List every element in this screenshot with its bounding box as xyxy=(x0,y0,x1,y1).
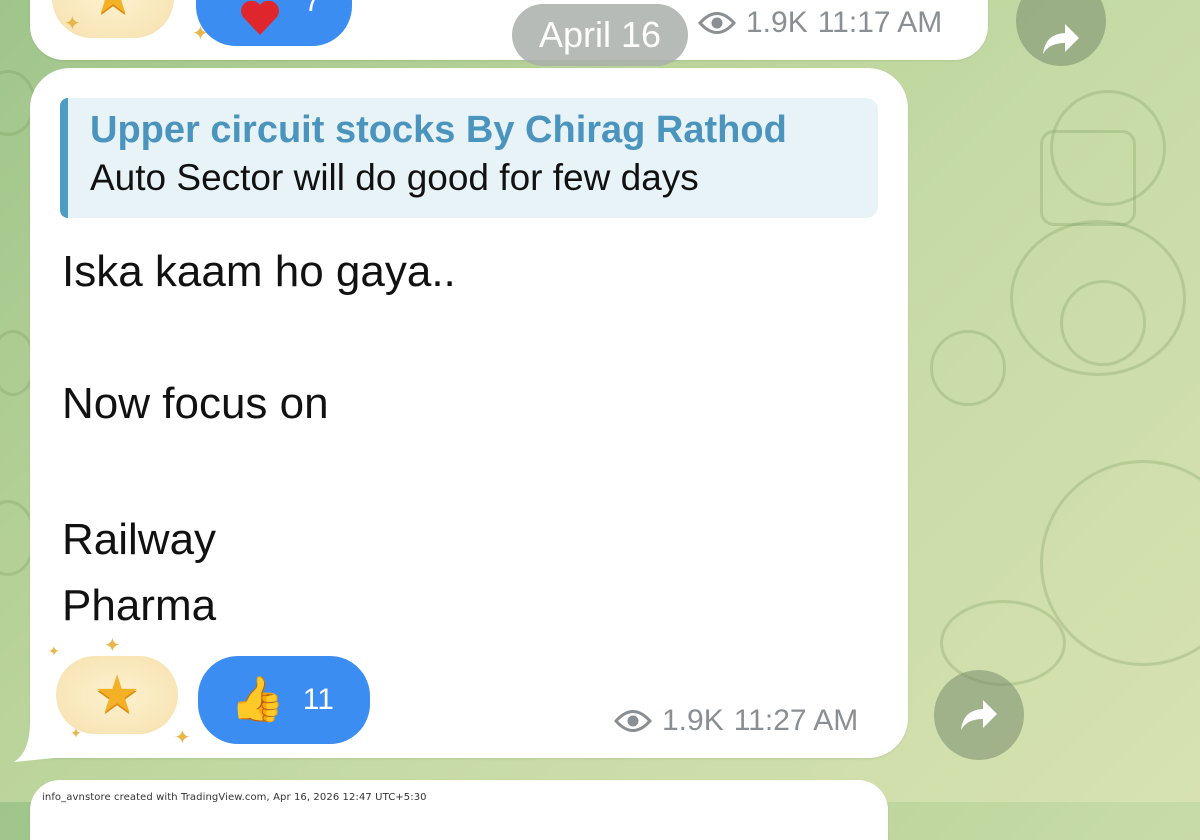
heart-reaction-count: 7 xyxy=(304,0,321,18)
date-separator: April 16 xyxy=(512,4,688,66)
sparkle-icon: ✦ xyxy=(48,643,60,659)
star-icon: ★ xyxy=(90,0,137,22)
sparkle-icon: ✦ xyxy=(174,727,191,749)
message-line: Pharma xyxy=(62,581,217,630)
chart-image-caption: info_avnstore created with TradingView.c… xyxy=(42,792,427,803)
message-line: Railway xyxy=(62,515,217,564)
sparkle-icon: ✦ xyxy=(64,13,81,35)
message-time: 11:27 AM xyxy=(733,704,859,737)
share-button[interactable] xyxy=(934,670,1024,760)
eye-icon xyxy=(698,12,736,34)
thumbs-up-count: 11 xyxy=(302,683,334,716)
bubble-tail xyxy=(14,722,54,762)
star-icon: ★ xyxy=(93,666,141,724)
star-reaction[interactable]: ★ ✦ ✦ ✦ ✦ xyxy=(48,636,191,748)
message-views: 1.9K xyxy=(662,704,724,737)
sparkle-icon: ✦ xyxy=(70,725,82,741)
next-message-bubble[interactable]: info_avnstore created with TradingView.c… xyxy=(30,780,888,840)
star-reaction[interactable]: ★ ✦ ✦ xyxy=(52,0,209,44)
thumbs-up-reaction[interactable]: 👍 11 xyxy=(198,656,370,744)
share-arrow-icon xyxy=(961,700,997,730)
thumbs-up-icon: 👍 xyxy=(230,675,285,724)
message-line: Iska kaam ho gaya.. xyxy=(62,247,456,296)
reply-quote[interactable]: Upper circuit stocks By Chirag Rathod Au… xyxy=(60,98,878,218)
previous-time: 11:17 AM xyxy=(817,6,943,39)
share-arrow-icon xyxy=(1043,24,1079,54)
previous-message-meta: 1.9K 11:17 AM xyxy=(698,6,942,40)
message-meta: 1.9K 11:27 AM xyxy=(614,704,858,738)
reply-author: Upper circuit stocks By Chirag Rathod xyxy=(90,109,787,151)
reply-text: Auto Sector will do good for few days xyxy=(90,157,699,198)
previous-message-bubble: ★ ✦ ✦ 7 1.9K 11:17 AM xyxy=(30,0,988,60)
eye-icon xyxy=(614,710,652,732)
sparkle-icon: ✦ xyxy=(104,635,121,657)
heart-icon xyxy=(241,1,279,35)
message-line: Now focus on xyxy=(62,379,329,428)
previous-views: 1.9K xyxy=(746,6,808,39)
heart-reaction[interactable]: 7 xyxy=(196,0,352,46)
previous-share-button[interactable] xyxy=(1016,0,1106,66)
